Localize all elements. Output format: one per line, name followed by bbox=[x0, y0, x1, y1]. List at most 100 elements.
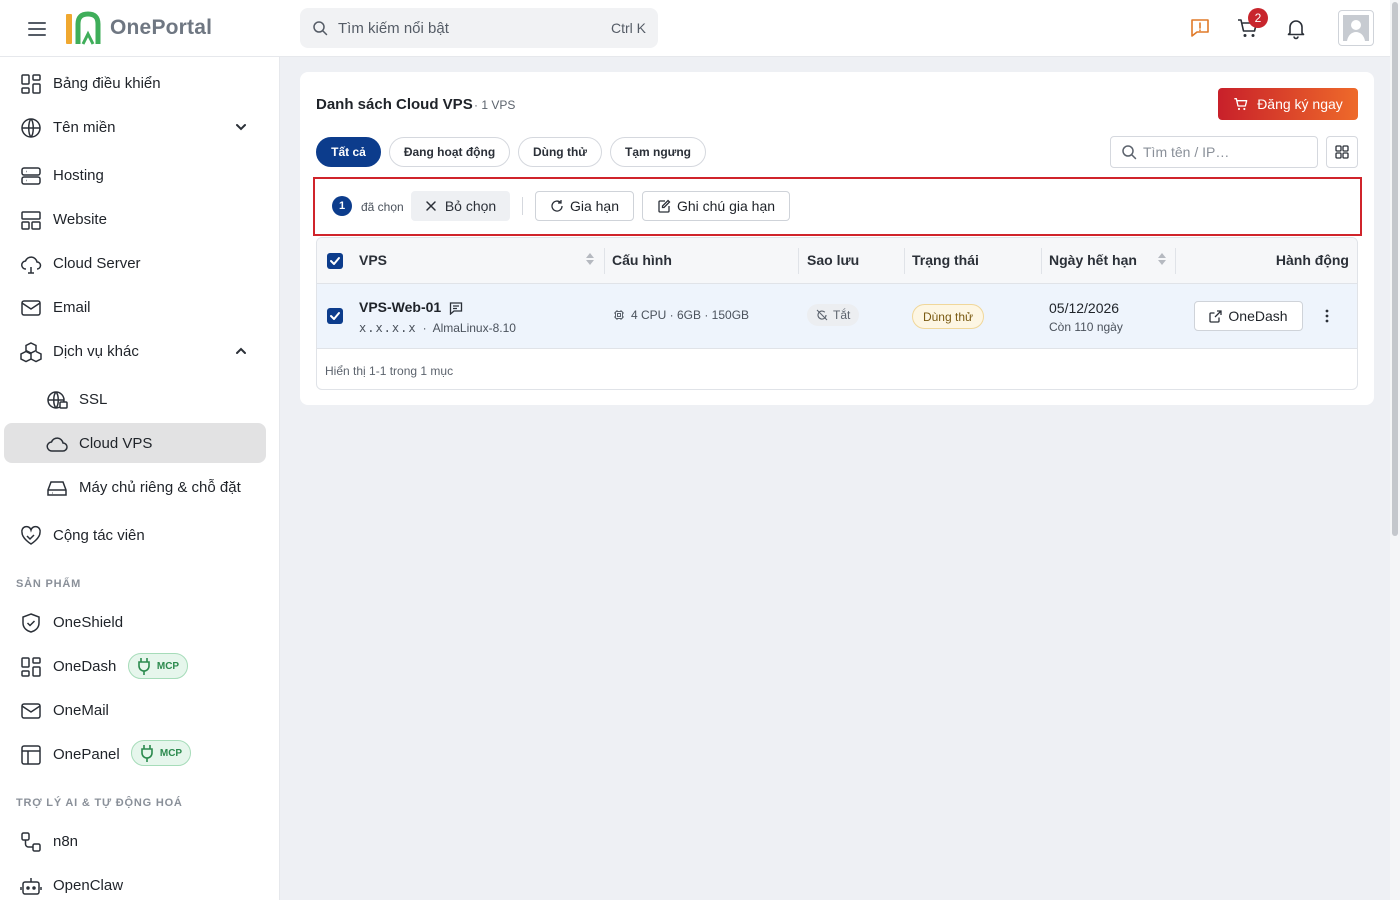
sidebar-item-affiliate[interactable]: Cộng tác viên bbox=[4, 515, 266, 555]
search-shortcut: Ctrl K bbox=[611, 20, 646, 36]
check-icon bbox=[330, 312, 340, 320]
workflow-icon bbox=[20, 831, 42, 853]
column-divider bbox=[904, 248, 905, 274]
filter-all[interactable]: Tất cả bbox=[316, 137, 381, 167]
sidebar-item-label: n8n bbox=[53, 832, 79, 850]
register-button[interactable]: Đăng ký ngay bbox=[1218, 88, 1358, 120]
sort-icon[interactable] bbox=[585, 252, 595, 266]
onedash-button[interactable]: OneDash bbox=[1194, 301, 1303, 331]
check-icon bbox=[330, 257, 340, 265]
bulk-selection-bar: 1 đã chọn Bỏ chọn Gia hạn Ghi chú gia hạ… bbox=[313, 177, 1362, 236]
filter-active[interactable]: Đang hoạt động bbox=[389, 137, 510, 167]
top-header: OnePortal Tìm kiếm nổi bật Ctrl K 2 bbox=[0, 0, 1390, 57]
column-header-config: Cấu hình bbox=[612, 252, 672, 268]
sidebar-item-n8n[interactable]: n8n bbox=[4, 821, 266, 861]
sidebar-item-dedicated[interactable]: Máy chủ riêng & chỗ đặt bbox=[4, 467, 266, 507]
sidebar-item-openclaw[interactable]: OpenClaw bbox=[4, 865, 266, 900]
sidebar-item-hosting[interactable]: Hosting bbox=[4, 155, 266, 195]
vps-search-input[interactable]: Tìm tên / IP… bbox=[1110, 136, 1318, 168]
note-icon[interactable] bbox=[449, 301, 463, 315]
more-options-icon[interactable] bbox=[1317, 306, 1337, 326]
selected-count-badge: 1 bbox=[332, 196, 352, 216]
mail-icon bbox=[20, 700, 42, 722]
sidebar-item-oneshield[interactable]: OneShield bbox=[4, 602, 266, 642]
renew-note-button[interactable]: Ghi chú gia hạn bbox=[642, 191, 790, 221]
sidebar-item-dashboard[interactable]: Bảng điều khiển bbox=[4, 63, 266, 103]
shield-icon bbox=[20, 612, 42, 634]
backup-off-icon bbox=[816, 309, 828, 321]
deselect-button[interactable]: Bỏ chọn bbox=[411, 191, 510, 221]
expire-date: 05/12/2026 bbox=[1049, 300, 1120, 316]
sidebar-item-label: OneMail bbox=[53, 701, 109, 719]
vps-name[interactable]: VPS-Web-01 bbox=[359, 299, 441, 315]
sidebar-item-website[interactable]: Website bbox=[4, 199, 266, 239]
sidebar-item-label: Email bbox=[53, 298, 91, 316]
filter-trial[interactable]: Dùng thử bbox=[518, 137, 602, 167]
sidebar-item-ssl[interactable]: SSL bbox=[4, 379, 266, 419]
global-search[interactable]: Tìm kiếm nổi bật Ctrl K bbox=[300, 8, 658, 48]
column-divider bbox=[1175, 248, 1176, 274]
renew-note-label: Ghi chú gia hạn bbox=[676, 198, 776, 214]
sidebar-item-other-services[interactable]: Dịch vụ khác bbox=[4, 331, 266, 371]
plug-icon bbox=[141, 745, 153, 762]
vps-name-text: VPS-Web-01 bbox=[359, 299, 442, 315]
external-link-icon bbox=[1209, 309, 1223, 323]
register-button-label: Đăng ký ngay bbox=[1257, 96, 1343, 112]
sidebar-item-email[interactable]: Email bbox=[4, 287, 266, 327]
mcp-badge-label: MCP bbox=[159, 747, 183, 759]
bell-icon[interactable] bbox=[1284, 16, 1308, 40]
row-checkbox[interactable] bbox=[327, 308, 343, 324]
website-icon bbox=[20, 209, 42, 231]
sidebar-item-cloud-server[interactable]: Cloud Server bbox=[4, 243, 266, 283]
page-scrollbar[interactable] bbox=[1390, 0, 1400, 900]
column-header-status: Trạng thái bbox=[912, 252, 979, 268]
logo-text: OnePortal bbox=[110, 16, 213, 39]
menu-icon[interactable] bbox=[26, 18, 48, 40]
search-icon bbox=[313, 21, 328, 36]
mcp-badge: MCP bbox=[131, 740, 191, 766]
globe-icon bbox=[20, 117, 42, 139]
user-avatar-icon bbox=[1343, 15, 1369, 41]
grid-view-button[interactable] bbox=[1326, 136, 1358, 168]
separator-dot: · bbox=[422, 321, 427, 335]
sidebar-item-label: Máy chủ riêng & chỗ đặt bbox=[79, 478, 241, 496]
sidebar-item-label: Hosting bbox=[53, 166, 104, 184]
scrollbar-thumb[interactable] bbox=[1392, 2, 1398, 536]
vps-search-placeholder: Tìm tên / IP… bbox=[1143, 144, 1230, 160]
sidebar-item-onemail[interactable]: OneMail bbox=[4, 690, 266, 730]
table-row[interactable]: VPS-Web-01 x.x.x.x · AlmaLinux-8.10 4 CP… bbox=[317, 284, 1357, 349]
onedash-button-label: OneDash bbox=[1228, 308, 1288, 324]
dashboard-icon bbox=[20, 73, 42, 95]
section-title-products: SẢN PHẨM bbox=[16, 578, 82, 590]
panel-icon bbox=[20, 744, 42, 766]
select-all-checkbox[interactable] bbox=[327, 253, 343, 269]
sidebar-item-cloud-vps[interactable]: Cloud VPS bbox=[4, 423, 266, 463]
column-header-expiry[interactable]: Ngày hết hạn bbox=[1049, 252, 1137, 268]
sidebar-item-label: Dịch vụ khác bbox=[53, 342, 139, 360]
deselect-label: Bỏ chọn bbox=[444, 198, 497, 214]
avatar[interactable] bbox=[1338, 10, 1374, 46]
sort-icon[interactable] bbox=[1157, 252, 1167, 266]
cloud-server-icon bbox=[20, 253, 42, 275]
vps-ip[interactable]: x.x.x.x bbox=[359, 321, 417, 335]
logo[interactable]: OnePortal bbox=[64, 10, 212, 46]
sidebar-item-domains[interactable]: Tên miền bbox=[4, 107, 266, 147]
renew-label: Gia hạn bbox=[569, 198, 620, 214]
status-badge: Dùng thử bbox=[912, 304, 984, 329]
filter-suspended[interactable]: Tạm ngưng bbox=[610, 137, 706, 167]
sidebar-item-label: SSL bbox=[79, 390, 108, 408]
vps-config-text: 4 CPU · 6GB · 150GB bbox=[631, 308, 750, 322]
column-header-vps[interactable]: VPS bbox=[359, 252, 387, 268]
feedback-icon[interactable] bbox=[1188, 16, 1212, 40]
renew-button[interactable]: Gia hạn bbox=[535, 191, 634, 221]
dashboard-icon bbox=[20, 656, 42, 678]
sidebar-item-label: Tên miền bbox=[53, 118, 116, 136]
sidebar-item-label: Cloud Server bbox=[53, 254, 141, 272]
sidebar: Bảng điều khiển Tên miền Hosting Website… bbox=[0, 57, 280, 900]
backup-status: Tắt bbox=[833, 308, 851, 322]
sidebar-item-label: Website bbox=[53, 210, 107, 228]
sidebar-item-label: OnePanel bbox=[53, 745, 120, 763]
sidebar-item-label: OneShield bbox=[53, 613, 124, 631]
vps-count: · 1 VPS bbox=[474, 98, 516, 112]
mcp-badge: MCP bbox=[128, 653, 188, 679]
